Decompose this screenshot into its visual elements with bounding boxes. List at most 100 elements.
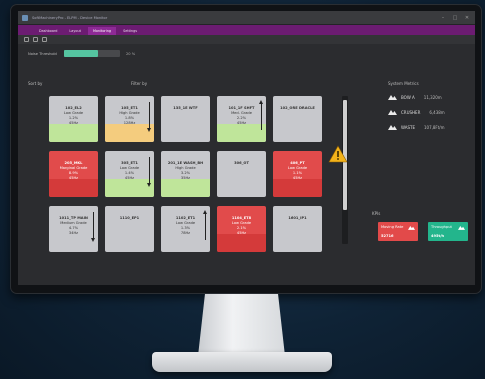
tile-status-bar — [49, 124, 98, 142]
filter-by-label: Filter by — [131, 81, 148, 86]
refresh-icon[interactable] — [42, 37, 47, 42]
tile-text: 102_ORE DRACLE — [273, 106, 322, 111]
window-title: SoftMachineryPro - ELPM - Device Monitor — [32, 15, 108, 20]
tab-settings[interactable]: Settings — [118, 27, 142, 35]
tab-monitoring[interactable]: Monitoring — [87, 27, 117, 35]
kpi-label: Throughput — [431, 225, 452, 229]
tile-text: 1104_ET8 Low Grade 2.1% 45Hz — [217, 216, 266, 236]
tile-status-bar — [105, 124, 154, 142]
tile-name: 1601_IP1 — [288, 216, 307, 220]
tile-status-bar — [49, 179, 98, 197]
metric-value: 6,438m — [429, 109, 445, 115]
device-tile[interactable]: 101_1F SHFT Med. Grade 2.2% 45Hz — [217, 96, 266, 142]
toolbar — [18, 35, 475, 44]
tile-text: 1601_IP1 — [273, 216, 322, 221]
device-tile[interactable]: 102_EL2 Low Grade 1.2% 45Hz — [49, 96, 98, 142]
device-tile[interactable]: 306_OT — [217, 151, 266, 197]
tile-text: 1011_TP MAIN Medium Grade 4.7% 34Hz — [49, 216, 98, 236]
kpi-value: 52716 — [381, 234, 394, 238]
tile-text: 1110_EP1 — [105, 216, 154, 221]
device-tile[interactable]: 305_ET1 Low Grade 1.4% 45Hz — [105, 151, 154, 197]
mountain-icon — [388, 125, 397, 130]
tab-dashboard[interactable]: Dashboard — [34, 27, 62, 35]
filter-label: Noise Threshold — [28, 51, 57, 56]
metric-label: CRUSHER — [401, 109, 421, 115]
tile-text: 101_1F SHFT Med. Grade 2.2% 45Hz — [217, 106, 266, 126]
device-tile[interactable]: 1110_EP1 — [105, 206, 154, 252]
maximize-icon[interactable]: □ — [451, 14, 459, 22]
grid-scrollbar[interactable] — [342, 96, 348, 244]
tile-detail: 78Hz — [180, 231, 191, 235]
app-icon — [22, 14, 28, 21]
title-bar: SoftMachineryPro - ELPM - Device Monitor… — [18, 11, 475, 25]
device-tile[interactable]: 135_1E WTF — [161, 96, 210, 142]
tile-text: 105_ET1 High Grade 1.8% 128Hz — [105, 106, 154, 126]
mountain-icon — [408, 225, 415, 230]
metric-value: 107,8Ft/m — [423, 124, 445, 130]
mountain-icon — [388, 95, 397, 100]
tile-text: 1102_ET1 Low Grade 1.3% 78Hz — [161, 216, 210, 236]
kpi-title: KPIs — [372, 211, 381, 216]
tile-detail: 45Hz — [68, 176, 79, 180]
tile-name: 102_ORE DRACLE — [280, 106, 315, 110]
tile-text: 305_ET1 Low Grade 1.4% 45Hz — [105, 161, 154, 181]
tile-detail: 45Hz — [236, 231, 247, 235]
tile-text: 201_1E WASH_BH High Grade 3.2% 35Hz — [161, 161, 210, 181]
mountain-icon — [458, 225, 465, 230]
kpi-card-throughput[interactable]: Throughput 495t/h — [428, 222, 468, 241]
tile-detail: 45Hz — [236, 121, 247, 125]
tile-detail: 45Hz — [68, 121, 79, 125]
metrics-title: System Metrics — [388, 81, 419, 86]
tile-text: 205_MKL Marginal Grade 8.9% 45Hz — [49, 161, 98, 181]
tile-detail: 35Hz — [180, 176, 191, 180]
mountain-icon — [388, 110, 397, 115]
sort-label: Sort by — [28, 81, 43, 86]
arrow-up-icon — [203, 210, 207, 240]
minimize-icon[interactable]: – — [439, 14, 447, 22]
device-tile[interactable]: 205_MKL Marginal Grade 8.9% 45Hz — [49, 151, 98, 197]
tile-text: 406_PT Low Grade 1.1% 45Hz — [273, 161, 322, 181]
tile-name: 306_OT — [234, 161, 249, 165]
slider-fill — [64, 50, 98, 57]
device-tile[interactable]: 102_ORE DRACLE — [273, 96, 322, 142]
arrow-down-icon — [147, 102, 151, 132]
monitor-base — [152, 352, 332, 372]
tile-status-bar — [217, 124, 266, 142]
tile-status-bar — [105, 179, 154, 197]
filter-row: Noise Threshold 20 % — [28, 50, 135, 57]
tile-detail: 45Hz — [124, 176, 135, 180]
device-tile[interactable]: 1601_IP1 — [273, 206, 322, 252]
warning-icon[interactable] — [328, 145, 348, 163]
device-tile[interactable]: 1011_TP MAIN Medium Grade 4.7% 34Hz — [49, 206, 98, 252]
metric-label: WASTE — [401, 124, 415, 130]
metric-row: WASTE 107,8Ft/m — [388, 124, 445, 130]
tab-bar: Dashboard Layout Monitoring Settings — [18, 25, 475, 35]
tile-text: 102_EL2 Low Grade 1.2% 45Hz — [49, 106, 98, 126]
filter-value: 20 % — [126, 51, 136, 56]
device-tile[interactable]: 201_1E WASH_BH High Grade 3.2% 35Hz — [161, 151, 210, 197]
tile-status-bar — [273, 179, 322, 197]
close-icon[interactable]: ✕ — [463, 14, 471, 22]
arrow-up-icon — [259, 100, 263, 130]
home-icon[interactable] — [24, 37, 29, 42]
grid-icon[interactable] — [33, 37, 38, 42]
tile-detail: 128Hz — [123, 121, 136, 125]
device-tile[interactable]: 105_ET1 High Grade 1.8% 128Hz — [105, 96, 154, 142]
tile-text: 306_OT — [217, 161, 266, 166]
kpi-label: Moving Rate — [381, 225, 404, 229]
tab-layout[interactable]: Layout — [64, 27, 86, 35]
device-tile[interactable]: 406_PT Low Grade 1.1% 45Hz — [273, 151, 322, 197]
kpi-card-moving-rate[interactable]: Moving Rate 52716 — [378, 222, 418, 241]
tile-detail: 34Hz — [68, 231, 79, 235]
tile-name: 1110_EP1 — [119, 216, 140, 220]
metric-row: BOW A 11,320m — [388, 94, 442, 100]
metric-row: CRUSHER 6,438m — [388, 109, 445, 115]
device-tile[interactable]: 1102_ET1 Low Grade 1.3% 78Hz — [161, 206, 210, 252]
kpi-value: 495t/h — [431, 234, 445, 238]
device-tile[interactable]: 1104_ET8 Low Grade 2.1% 45Hz — [217, 206, 266, 252]
noise-slider[interactable] — [64, 50, 120, 57]
monitor-stand — [198, 294, 285, 356]
tile-detail: 45Hz — [292, 176, 303, 180]
arrow-down-icon — [91, 212, 95, 242]
tile-status-bar — [217, 234, 266, 252]
